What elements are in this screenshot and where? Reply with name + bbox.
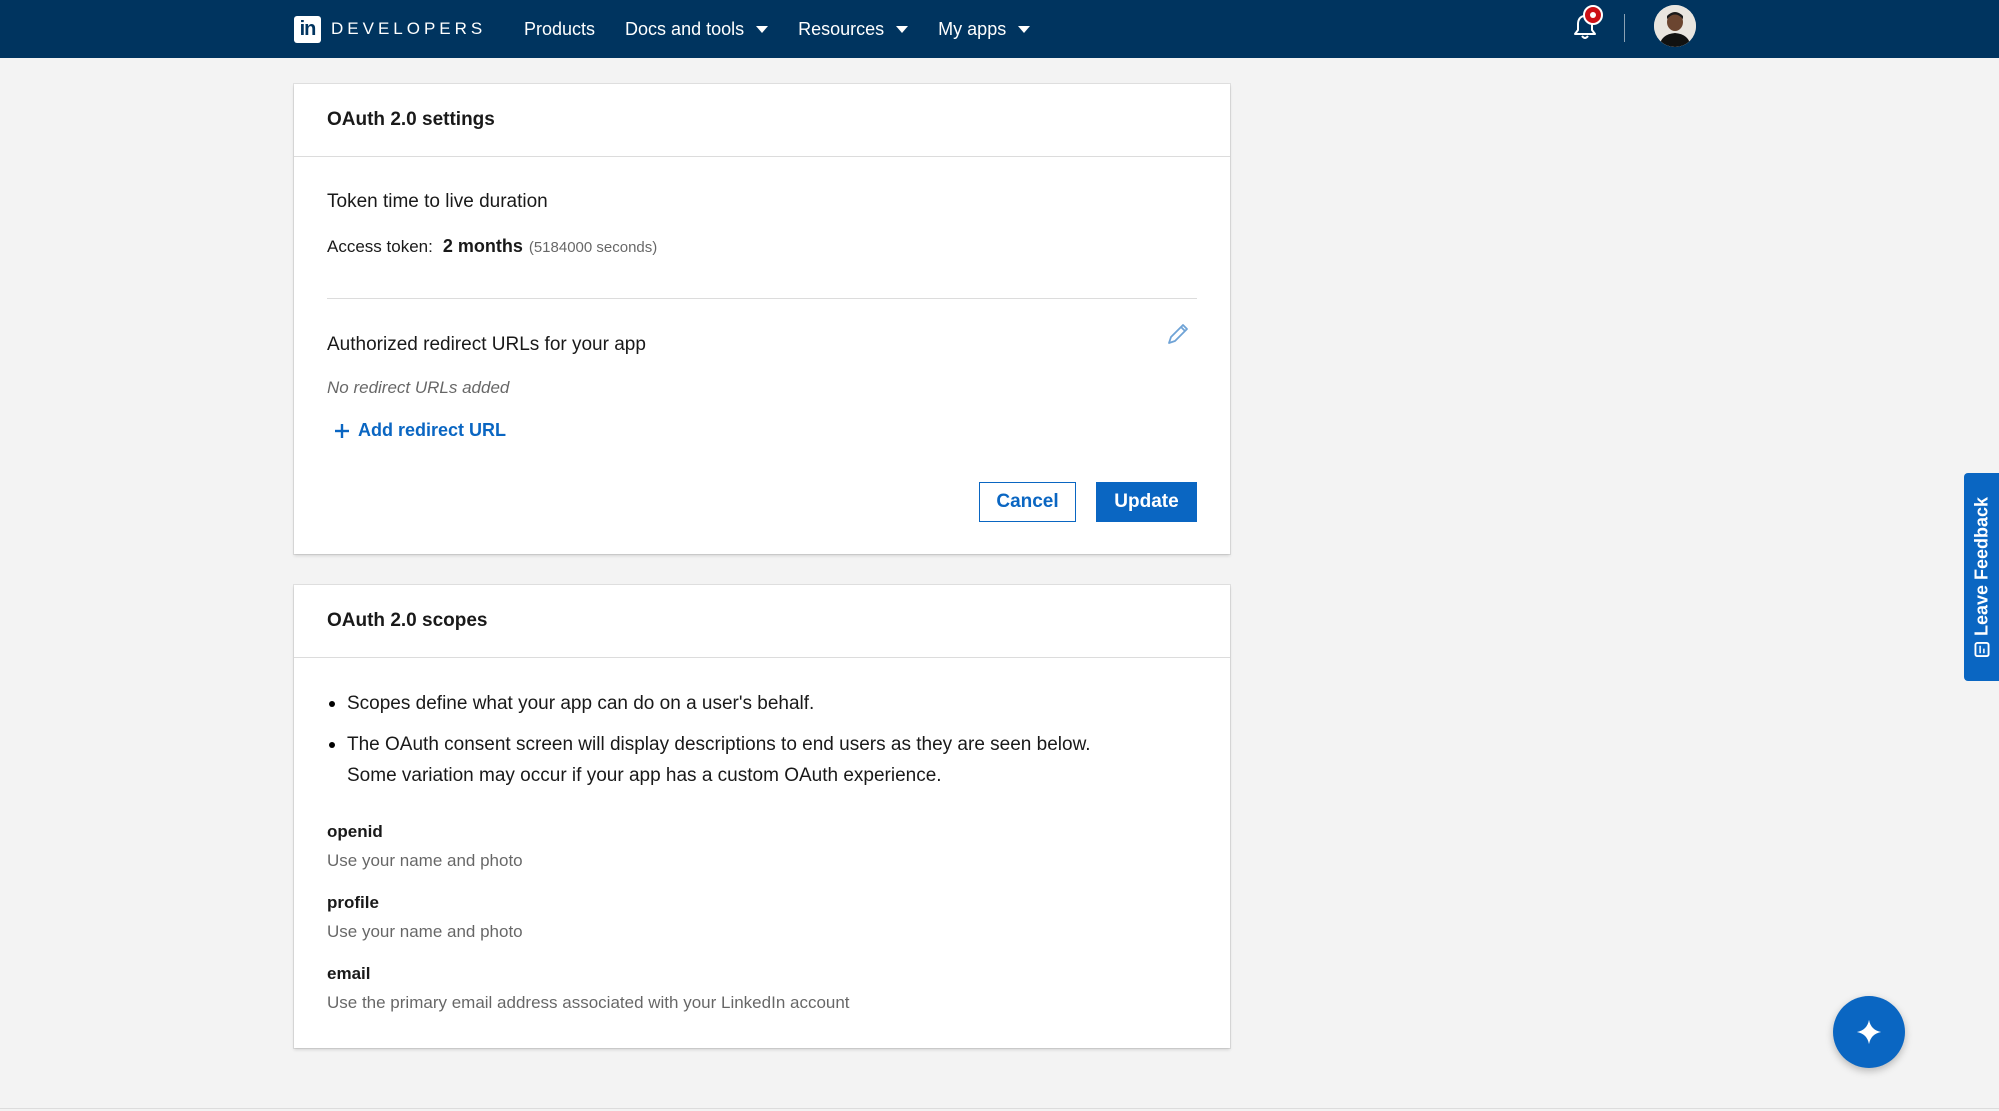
scope-item-email: email Use the primary email address asso… — [327, 964, 850, 1013]
cancel-button[interactable]: Cancel — [979, 482, 1076, 522]
add-redirect-url-button[interactable]: Add redirect URL — [334, 420, 506, 441]
leave-feedback-label: Leave Feedback — [1971, 496, 1991, 637]
no-redirect-text: No redirect URLs added — [327, 378, 510, 397]
avatar[interactable] — [1654, 5, 1696, 47]
avatar-image — [1654, 5, 1696, 47]
caret-down-icon — [896, 25, 909, 33]
update-button[interactable]: Update — [1096, 482, 1197, 522]
leave-feedback-tab[interactable]: Leave Feedback — [1964, 473, 1999, 681]
nav-item-label: Resources — [798, 18, 885, 39]
oauth-scopes-card: OAuth 2.0 scopes Scopes define what your… — [294, 585, 1230, 1048]
scope-name: openid — [327, 822, 383, 841]
brand[interactable]: in DEVELOPERS — [294, 14, 486, 44]
redirect-section-title: Authorized redirect URLs for your app — [327, 334, 646, 355]
notification-badge — [1583, 5, 1603, 25]
scope-description: Use the primary email address associated… — [327, 993, 850, 1012]
feedback-icon — [1974, 642, 1989, 658]
nav-item-my-apps[interactable]: My apps — [938, 18, 1031, 40]
access-token-label: Access token: — [327, 237, 433, 256]
footer-divider — [0, 1108, 1999, 1109]
access-token-row: Access token: 2 months (5184000 seconds) — [327, 236, 657, 257]
nav-item-docs-and-tools[interactable]: Docs and tools — [625, 18, 769, 40]
nav-item-products[interactable]: Products — [524, 19, 595, 40]
caret-down-icon — [1018, 25, 1031, 33]
sparkle-icon — [1856, 1019, 1882, 1045]
oauth-settings-title: OAuth 2.0 settings — [294, 84, 1230, 157]
section-divider — [327, 298, 1197, 299]
token-section-title: Token time to live duration — [327, 191, 548, 212]
linkedin-logo-icon: in — [294, 15, 321, 43]
ai-assistant-button[interactable] — [1833, 996, 1905, 1068]
scope-item-profile: profile Use your name and photo — [327, 893, 523, 942]
scopes-info-list: Scopes define what your app can do on a … — [327, 688, 1187, 791]
oauth-scopes-title: OAuth 2.0 scopes — [294, 585, 1230, 658]
scope-name: email — [327, 964, 371, 983]
access-token-value: 2 months — [442, 236, 523, 256]
list-item: Scopes define what your app can do on a … — [327, 688, 1187, 719]
oauth-settings-card: OAuth 2.0 settings Token time to live du… — [294, 84, 1230, 554]
plus-icon — [335, 423, 349, 438]
scope-description: Use your name and photo — [327, 922, 523, 941]
scope-name: profile — [327, 893, 379, 912]
nav-item-label: Docs and tools — [625, 18, 745, 39]
access-token-seconds: (5184000 seconds) — [528, 239, 658, 256]
nav-item-label: My apps — [938, 18, 1007, 39]
nav-item-label: Products — [524, 18, 596, 39]
nav-divider — [1624, 14, 1625, 42]
brand-text: DEVELOPERS — [331, 19, 487, 38]
scope-description: Use your name and photo — [327, 851, 523, 870]
nav-item-resources[interactable]: Resources — [798, 18, 909, 40]
caret-down-icon — [756, 25, 769, 33]
list-item: The OAuth consent screen will display de… — [327, 729, 1187, 791]
pencil-icon[interactable] — [1164, 320, 1192, 348]
nav-links: Products Docs and tools Resources My app… — [524, 0, 1060, 58]
add-redirect-url-label: Add redirect URL — [358, 420, 507, 440]
top-nav: in DEVELOPERS Products Docs and tools Re… — [0, 0, 1999, 58]
scope-item-openid: openid Use your name and photo — [327, 822, 523, 871]
